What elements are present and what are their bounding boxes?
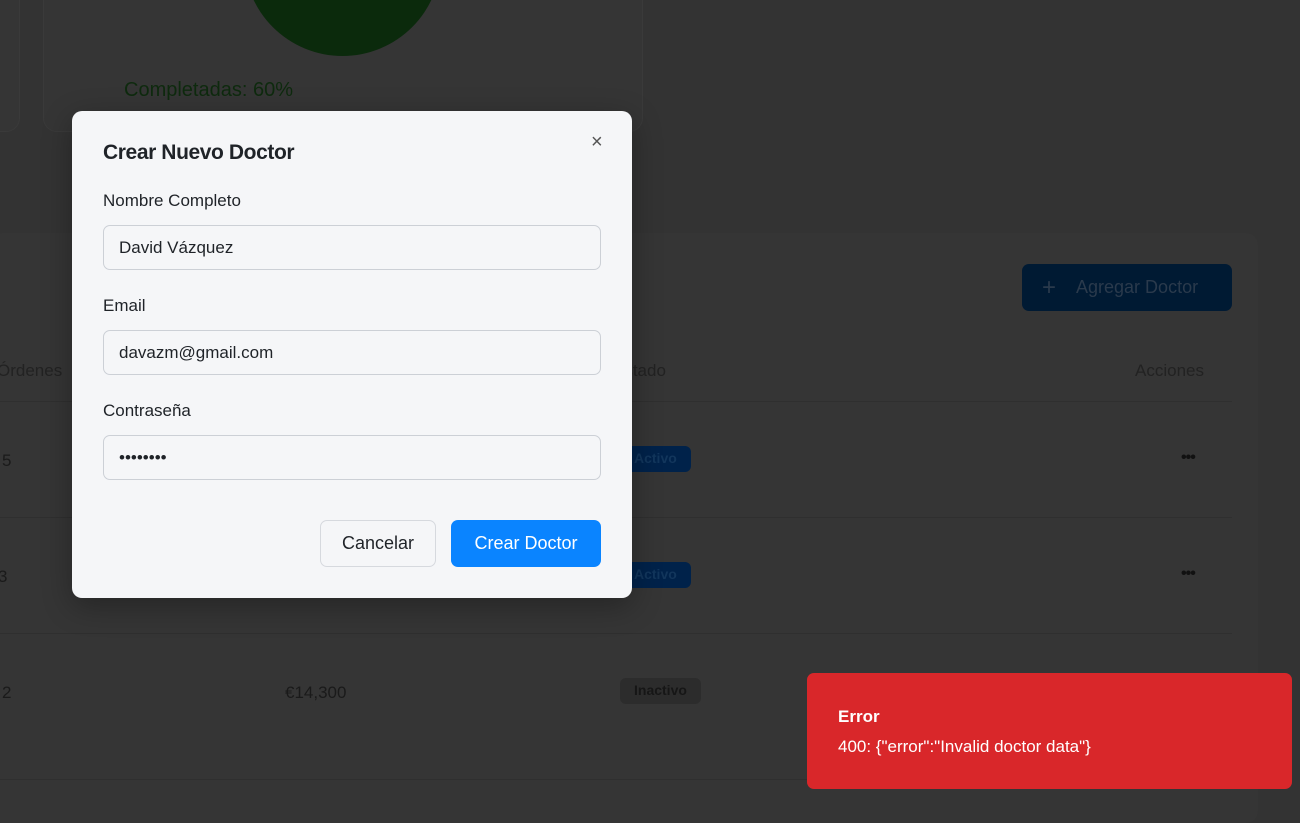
orders-cell: 2: [2, 683, 12, 702]
close-icon[interactable]: ×: [591, 131, 603, 154]
pie-label: Completadas: 60%: [124, 79, 293, 101]
toast-title: Error: [838, 707, 880, 726]
revenue-cell: €14,300: [285, 683, 347, 702]
email-input[interactable]: [103, 330, 601, 375]
stats-card-left: [0, 0, 20, 132]
more-actions-icon[interactable]: •••: [1181, 449, 1196, 467]
pie-chart-slice: [244, 0, 441, 56]
header-actions: Acciones: [1135, 361, 1204, 380]
email-label: Email: [103, 296, 146, 315]
orders-cell: 3: [0, 567, 8, 586]
header-orders: Órdenes: [0, 361, 63, 380]
error-toast: Error 400: {"error":"Invalid doctor data…: [807, 673, 1292, 789]
password-input[interactable]: [103, 435, 601, 480]
cancel-button[interactable]: Cancelar: [320, 520, 436, 567]
orders-cell: 5: [2, 451, 12, 470]
add-doctor-button[interactable]: + Agregar Doctor: [1022, 264, 1232, 311]
status-badge: Inactivo: [620, 678, 701, 704]
toast-message: 400: {"error":"Invalid doctor data"}: [838, 737, 1091, 756]
name-input[interactable]: [103, 225, 601, 270]
more-actions-icon[interactable]: •••: [1181, 565, 1196, 583]
create-doctor-dialog: Crear Nuevo Doctor × Nombre Completo Ema…: [72, 111, 632, 598]
dialog-title: Crear Nuevo Doctor: [103, 141, 295, 164]
create-doctor-button[interactable]: Crear Doctor: [451, 520, 601, 567]
password-label: Contraseña: [103, 401, 191, 420]
plus-icon: +: [1042, 273, 1057, 301]
name-label: Nombre Completo: [103, 191, 241, 210]
